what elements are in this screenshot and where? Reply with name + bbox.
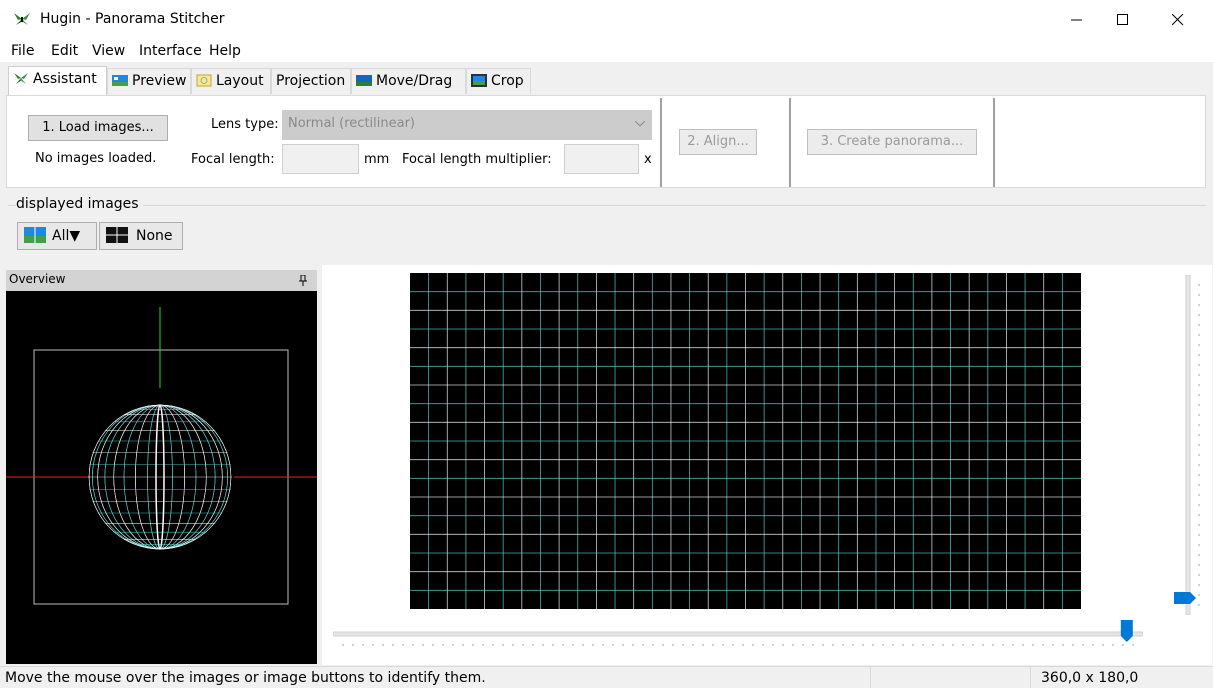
- displayed-images-group: displayed images All▼ None: [8, 196, 1208, 260]
- show-no-images-button[interactable]: None: [99, 222, 183, 250]
- maximize-icon: [1117, 14, 1128, 25]
- separator: [993, 98, 995, 187]
- show-all-images-button[interactable]: All▼: [17, 222, 97, 250]
- tab-projection[interactable]: Projection: [271, 68, 351, 94]
- align-button[interactable]: 2. Align...: [679, 129, 757, 155]
- close-button[interactable]: [1155, 0, 1201, 40]
- multiplier-field[interactable]: [564, 144, 639, 174]
- all-images-icon: [24, 227, 46, 243]
- tab-move-drag-label: Move/Drag: [376, 73, 453, 89]
- hugin-app-icon: [14, 13, 30, 25]
- minimize-icon: [1071, 19, 1082, 21]
- separator: [789, 98, 791, 187]
- tab-assistant[interactable]: Assistant: [8, 66, 107, 96]
- tab-preview-label: Preview: [132, 73, 187, 89]
- panorama-preview-canvas[interactable]: [410, 273, 1081, 609]
- tab-projection-label: Projection: [276, 73, 346, 89]
- overview-header: Overview: [6, 270, 317, 291]
- displayed-images-title: displayed images: [16, 196, 143, 212]
- vfov-slider-thumb[interactable]: [1174, 592, 1196, 604]
- status-message: Move the mouse over the images or image …: [5, 670, 486, 686]
- vfov-slider-track: [1185, 275, 1191, 615]
- tab-strip: Assistant Preview Layout Projection Move…: [0, 66, 1213, 96]
- none-label: None: [136, 228, 173, 244]
- crop-icon: [471, 74, 487, 87]
- assistant-panel: 1. Load images... No images loaded. Lens…: [6, 95, 1206, 188]
- hfov-slider[interactable]: [333, 620, 1143, 650]
- lens-type-select[interactable]: Normal (rectilinear): [282, 110, 652, 140]
- menu-view[interactable]: View: [92, 43, 125, 59]
- overview-panel: Overview: [6, 270, 317, 664]
- minimize-button[interactable]: [1054, 0, 1100, 40]
- no-images-icon: [106, 227, 128, 243]
- multiplier-label: Focal length multiplier:: [402, 152, 552, 167]
- panosphere-wireframe: [88, 404, 232, 550]
- hfov-slider-ticks: [342, 644, 1134, 646]
- menu-help[interactable]: Help: [209, 43, 241, 59]
- status-bar: Move the mouse over the images or image …: [0, 666, 1213, 688]
- vfov-slider-ticks: [1198, 284, 1200, 606]
- group-border: [8, 205, 1206, 206]
- maximize-button[interactable]: [1100, 0, 1146, 40]
- tab-crop[interactable]: Crop: [466, 68, 531, 94]
- chevron-down-icon: [635, 121, 645, 127]
- menu-bar: File Edit View Interface Help: [0, 40, 1213, 62]
- dropdown-arrow-icon: ▼: [69, 228, 81, 244]
- menu-edit[interactable]: Edit: [51, 43, 78, 59]
- status-separator: [1030, 667, 1031, 688]
- tab-move-drag[interactable]: Move/Drag: [351, 68, 466, 94]
- tab-assistant-label: Assistant: [33, 71, 97, 87]
- focal-length-field[interactable]: [282, 144, 359, 174]
- window-title: Hugin - Panorama Stitcher: [40, 11, 225, 27]
- tab-preview[interactable]: Preview: [107, 68, 191, 94]
- hfov-slider-track: [333, 631, 1143, 637]
- vfov-slider[interactable]: [1174, 275, 1204, 615]
- pin-icon[interactable]: [299, 275, 307, 286]
- all-label: All: [52, 228, 70, 244]
- images-status-text: No images loaded.: [35, 151, 157, 166]
- focal-length-label: Focal length:: [191, 152, 275, 167]
- tab-layout-label: Layout: [216, 73, 264, 89]
- tab-layout[interactable]: Layout: [191, 68, 271, 94]
- fov-readout: 360,0 x 180,0: [1041, 670, 1139, 686]
- multiplier-unit: x: [644, 152, 652, 167]
- focal-length-unit: mm: [364, 152, 390, 167]
- preview-pane: [322, 265, 1212, 665]
- title-bar: Hugin - Panorama Stitcher: [0, 0, 1213, 40]
- tab-crop-label: Crop: [491, 73, 524, 89]
- preview-icon: [112, 75, 128, 86]
- overview-sphere-view[interactable]: [6, 291, 317, 664]
- hfov-slider-thumb[interactable]: [1120, 620, 1133, 642]
- move-drag-icon: [356, 75, 372, 86]
- lens-type-label: Lens type:: [211, 117, 279, 132]
- overview-title: Overview: [9, 272, 66, 286]
- menu-interface[interactable]: Interface: [139, 43, 202, 59]
- layout-icon: [196, 74, 212, 87]
- lens-type-value: Normal (rectilinear): [288, 116, 415, 131]
- create-panorama-button[interactable]: 3. Create panorama...: [807, 129, 977, 155]
- close-icon: [1172, 14, 1184, 26]
- load-images-button[interactable]: 1. Load images...: [28, 115, 168, 141]
- status-separator: [870, 667, 871, 688]
- separator: [660, 98, 662, 187]
- menu-file[interactable]: File: [11, 43, 34, 59]
- hugin-icon: [14, 73, 28, 84]
